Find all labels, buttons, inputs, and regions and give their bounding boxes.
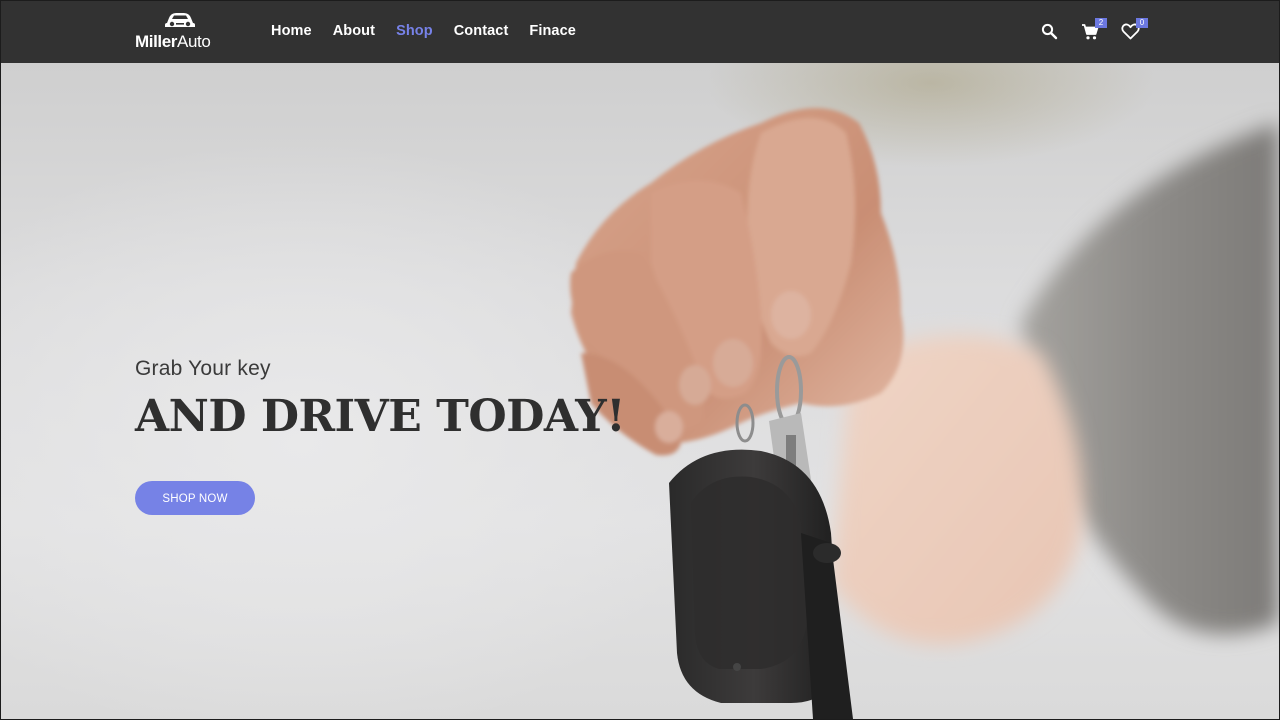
main-nav: Home About Shop Contact Finace: [271, 23, 597, 39]
hero-text: Grab Your key AND DRIVE TODAY!: [135, 357, 626, 442]
nav-link-shop[interactable]: Shop: [396, 23, 433, 39]
wishlist-count-badge: 0: [1136, 18, 1148, 28]
brand-name: MillerAuto: [135, 32, 211, 52]
page: MillerAuto Home About Shop Contact Finac…: [0, 0, 1280, 720]
nav-link-contact[interactable]: Contact: [454, 23, 509, 39]
hero-headline: AND DRIVE TODAY!: [135, 391, 626, 442]
brand-name-bold: Miller: [135, 32, 178, 51]
navbar: MillerAuto Home About Shop Contact Finac…: [1, 1, 1279, 63]
hero-subtitle: Grab Your key: [135, 357, 271, 380]
nav-link-about[interactable]: About: [333, 23, 375, 39]
wishlist-button[interactable]: 0: [1121, 15, 1151, 49]
shop-now-button[interactable]: SHOP NOW: [135, 481, 255, 515]
search-icon[interactable]: [1041, 23, 1058, 40]
cart-button[interactable]: 2: [1081, 15, 1111, 49]
nav-link-home[interactable]: Home: [271, 23, 312, 39]
nav-link-finace[interactable]: Finace: [529, 23, 576, 39]
car-logo-icon: [165, 13, 195, 27]
cart-count-badge: 2: [1095, 18, 1107, 28]
brand-logo[interactable]: MillerAuto: [135, 10, 225, 54]
brand-name-light: Auto: [177, 32, 211, 51]
hero-banner: Grab Your key AND DRIVE TODAY! SHOP NOW: [1, 63, 1279, 719]
